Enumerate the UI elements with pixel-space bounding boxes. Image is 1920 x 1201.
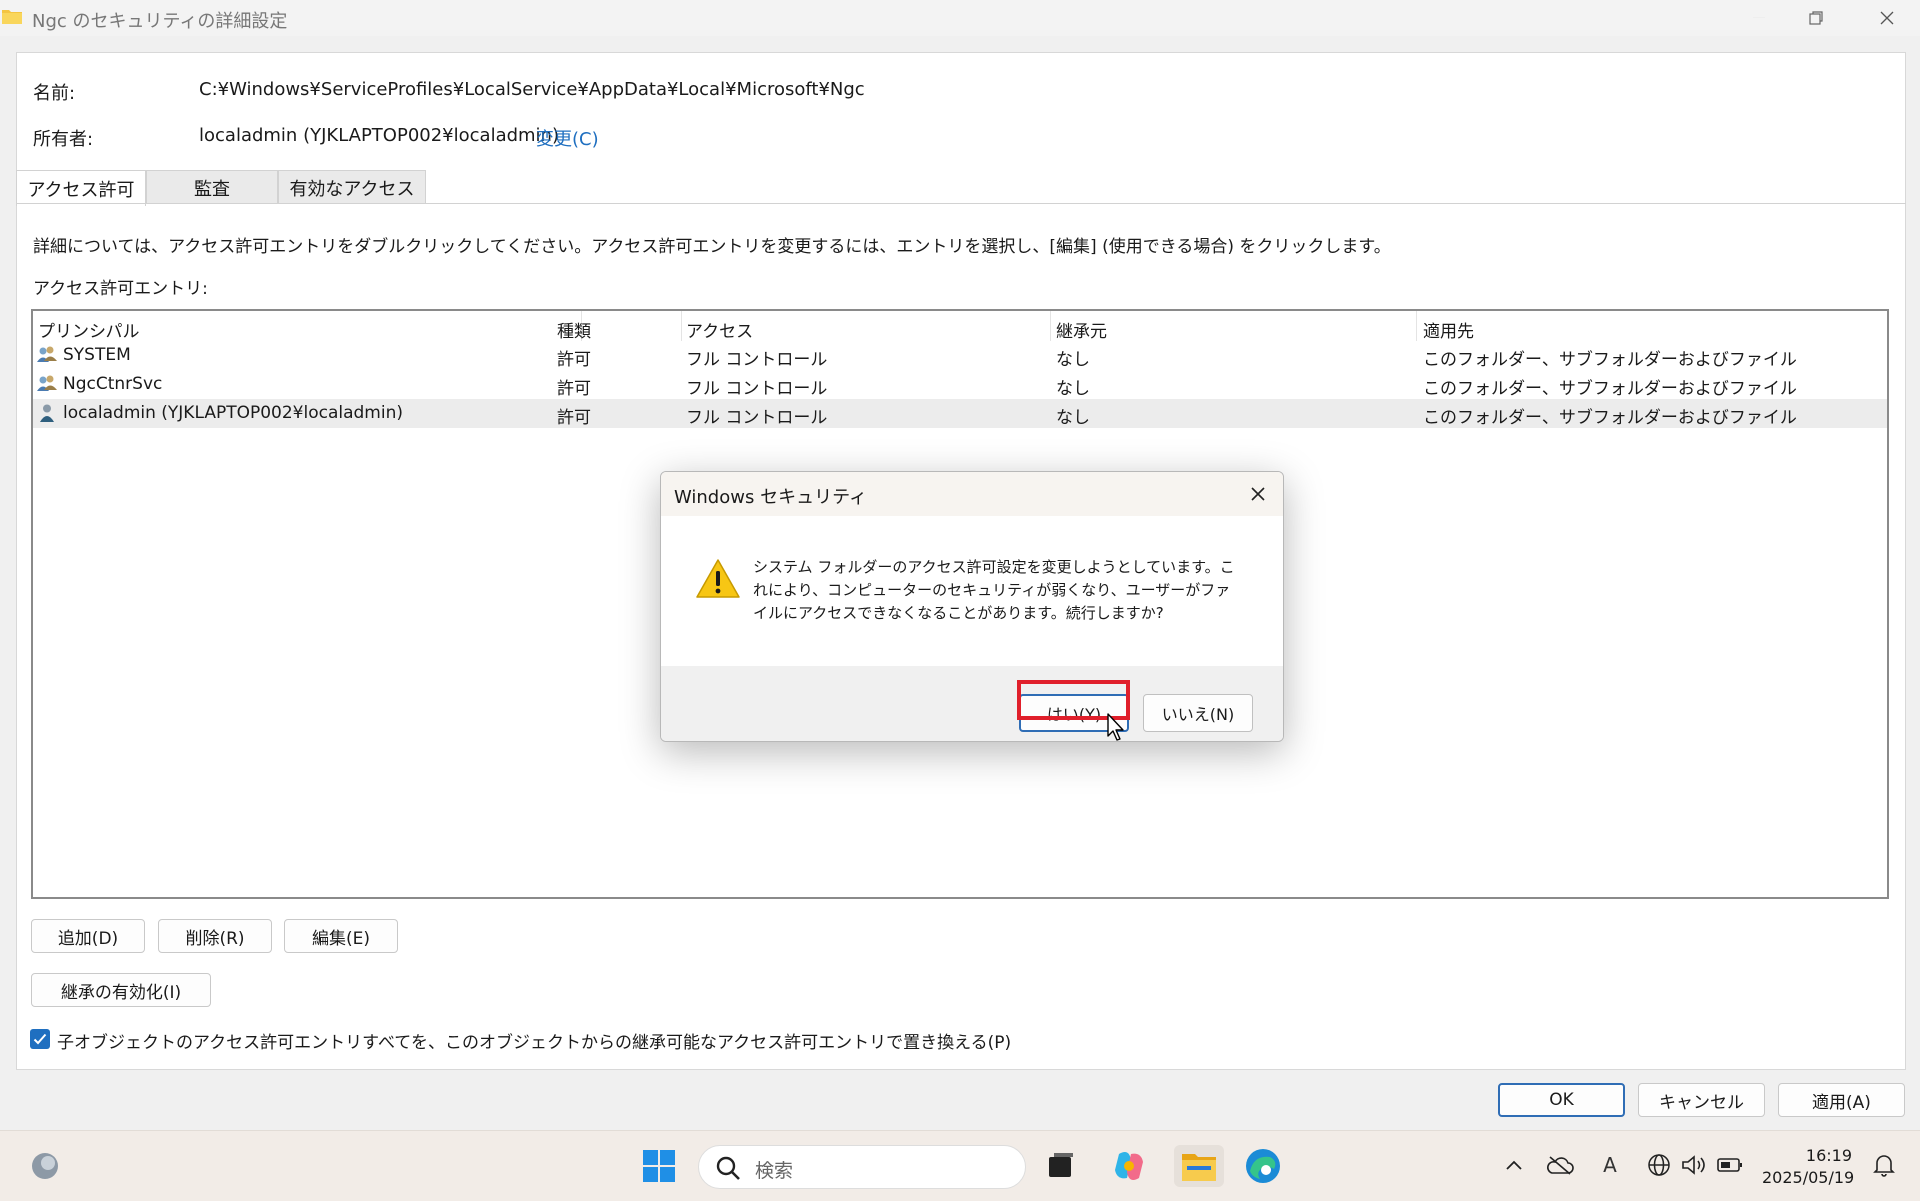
applies-cell: このフォルダー、サブフォルダーおよびファイル [1423,350,1797,370]
access-cell: フル コントロール [686,408,828,428]
remove-button[interactable]: 削除(R) [158,919,272,953]
dialog-body: システム フォルダーのアクセス許可設定を変更しようとしています。これにより、コン… [661,516,1283,636]
type-cell: 許可 [557,379,591,399]
clock-time: 16:19 [1805,1146,1852,1165]
tab-effective-access[interactable]: 有効なアクセス [278,170,426,204]
mouse-cursor-icon [1107,713,1124,741]
minimize-button[interactable] [1736,0,1782,36]
battery-icon[interactable] [1716,1151,1744,1179]
apply-button[interactable]: 適用(A) [1778,1083,1905,1117]
volume-icon[interactable] [1680,1151,1708,1179]
applies-cell: このフォルダー、サブフォルダーおよびファイル [1423,379,1797,399]
dialog-title-bar: Windows セキュリティ [661,472,1283,516]
dialog-title: Windows セキュリティ [674,487,867,508]
list-header: プリンシパル 種類 アクセス 継承元 適用先 [33,311,1887,342]
folder-icon [2,10,22,24]
column-separator[interactable] [681,311,682,341]
clock-date: 2025/05/19 [1762,1168,1855,1187]
edge-icon[interactable] [1242,1145,1284,1187]
inherited-cell: なし [1056,350,1090,370]
taskbar-search-box[interactable]: 検索 [698,1145,1026,1189]
name-label: 名前: [33,83,76,104]
ok-button[interactable]: OK [1498,1083,1625,1117]
column-type[interactable]: 種類 [557,317,591,342]
checkmark-icon [33,1033,47,1045]
window-title: Ngc のセキュリティの詳細設定 [32,11,288,32]
no-button[interactable]: いいえ(N) [1143,694,1253,732]
search-icon [716,1156,740,1180]
enable-inheritance-button[interactable]: 継承の有効化(I) [31,973,211,1007]
column-access[interactable]: アクセス [686,317,753,342]
show-hidden-icons-icon[interactable] [1500,1151,1528,1179]
onedrive-offline-icon[interactable] [1546,1151,1574,1179]
column-separator[interactable] [1416,311,1417,341]
column-separator[interactable] [1050,311,1051,341]
type-cell: 許可 [557,350,591,370]
network-icon[interactable] [1645,1151,1673,1179]
user-icon [40,404,54,422]
principal-cell: localadmin (YJKLAPTOP002¥localadmin) [63,403,403,423]
column-principal[interactable]: プリンシパル [38,317,140,342]
owner-label: 所有者: [33,129,94,150]
table-row[interactable]: SYSTEM 許可 フル コントロール なし このフォルダー、サブフォルダーおよ… [33,341,1887,370]
tab-permissions[interactable]: アクセス許可 [16,170,146,206]
table-row[interactable]: localadmin (YJKLAPTOP002¥localadmin) 許可 … [33,399,1887,428]
dialog-message: システム フォルダーのアクセス許可設定を変更しようとしています。これにより、コン… [753,558,1235,622]
principal-cell: SYSTEM [63,345,131,365]
access-cell: フル コントロール [686,379,828,399]
edit-button[interactable]: 編集(E) [284,919,398,953]
name-value: C:¥Windows¥ServiceProfiles¥LocalService¥… [199,79,865,100]
principal-cell: NgcCtnrSvc [63,374,163,394]
dialog-close-button[interactable] [1243,479,1273,509]
table-row[interactable]: NgcCtnrSvc 許可 フル コントロール なし このフォルダー、サブフォル… [33,370,1887,399]
close-icon [1251,487,1265,501]
dialog-footer: はい(Y) いいえ(N) [661,666,1283,741]
column-inherited-from[interactable]: 継承元 [1056,317,1107,342]
inherited-cell: なし [1056,379,1090,399]
title-bar: Ngc のセキュリティの詳細設定 [0,0,1920,36]
ime-indicator[interactable]: A [1596,1151,1624,1179]
applies-cell: このフォルダー、サブフォルダーおよびファイル [1423,408,1797,428]
access-cell: フル コントロール [686,350,828,370]
replace-child-label[interactable]: 子オブジェクトのアクセス許可エントリすべてを、このオブジェクトからの継承可能なア… [57,1028,1011,1053]
cancel-button[interactable]: キャンセル [1638,1083,1765,1117]
instructions-text: 詳細については、アクセス許可エントリをダブルクリックしてください。アクセス許可エ… [33,237,1391,257]
group-icon [37,346,57,362]
clock[interactable]: 16:19 2025/05/19 [1762,1145,1855,1189]
file-explorer-icon[interactable] [1174,1145,1224,1187]
tab-auditing[interactable]: 監査 [146,170,278,204]
column-applies-to[interactable]: 適用先 [1423,317,1474,342]
type-cell: 許可 [557,408,591,428]
entries-label: アクセス許可エントリ: [33,279,208,299]
warning-icon [696,559,740,598]
add-button[interactable]: 追加(D) [31,919,145,953]
weather-icon[interactable] [24,1145,66,1187]
start-icon[interactable] [638,1145,680,1187]
restore-button[interactable] [1793,0,1839,36]
tab-divider [16,203,1906,204]
notification-bell-icon[interactable] [1870,1151,1898,1179]
close-window-button[interactable] [1864,0,1910,36]
owner-value: localadmin (YJKLAPTOP002¥localadmin) [199,125,559,146]
copilot-icon[interactable] [1108,1145,1150,1187]
task-view-icon[interactable] [1040,1145,1082,1187]
inherited-cell: なし [1056,408,1090,428]
search-placeholder: 検索 [755,1160,794,1182]
group-icon [37,375,57,391]
windows-security-dialog: Windows セキュリティ システム フォルダーのアクセス許可設定を変更しよう… [660,471,1284,742]
replace-child-checkbox[interactable] [30,1029,50,1049]
tab-strip: アクセス許可 監査 有効なアクセス [16,170,1906,206]
change-owner-link[interactable]: 変更(C) [536,125,599,151]
taskbar: 検索 A 16:19 2025/05/19 [0,1130,1920,1201]
